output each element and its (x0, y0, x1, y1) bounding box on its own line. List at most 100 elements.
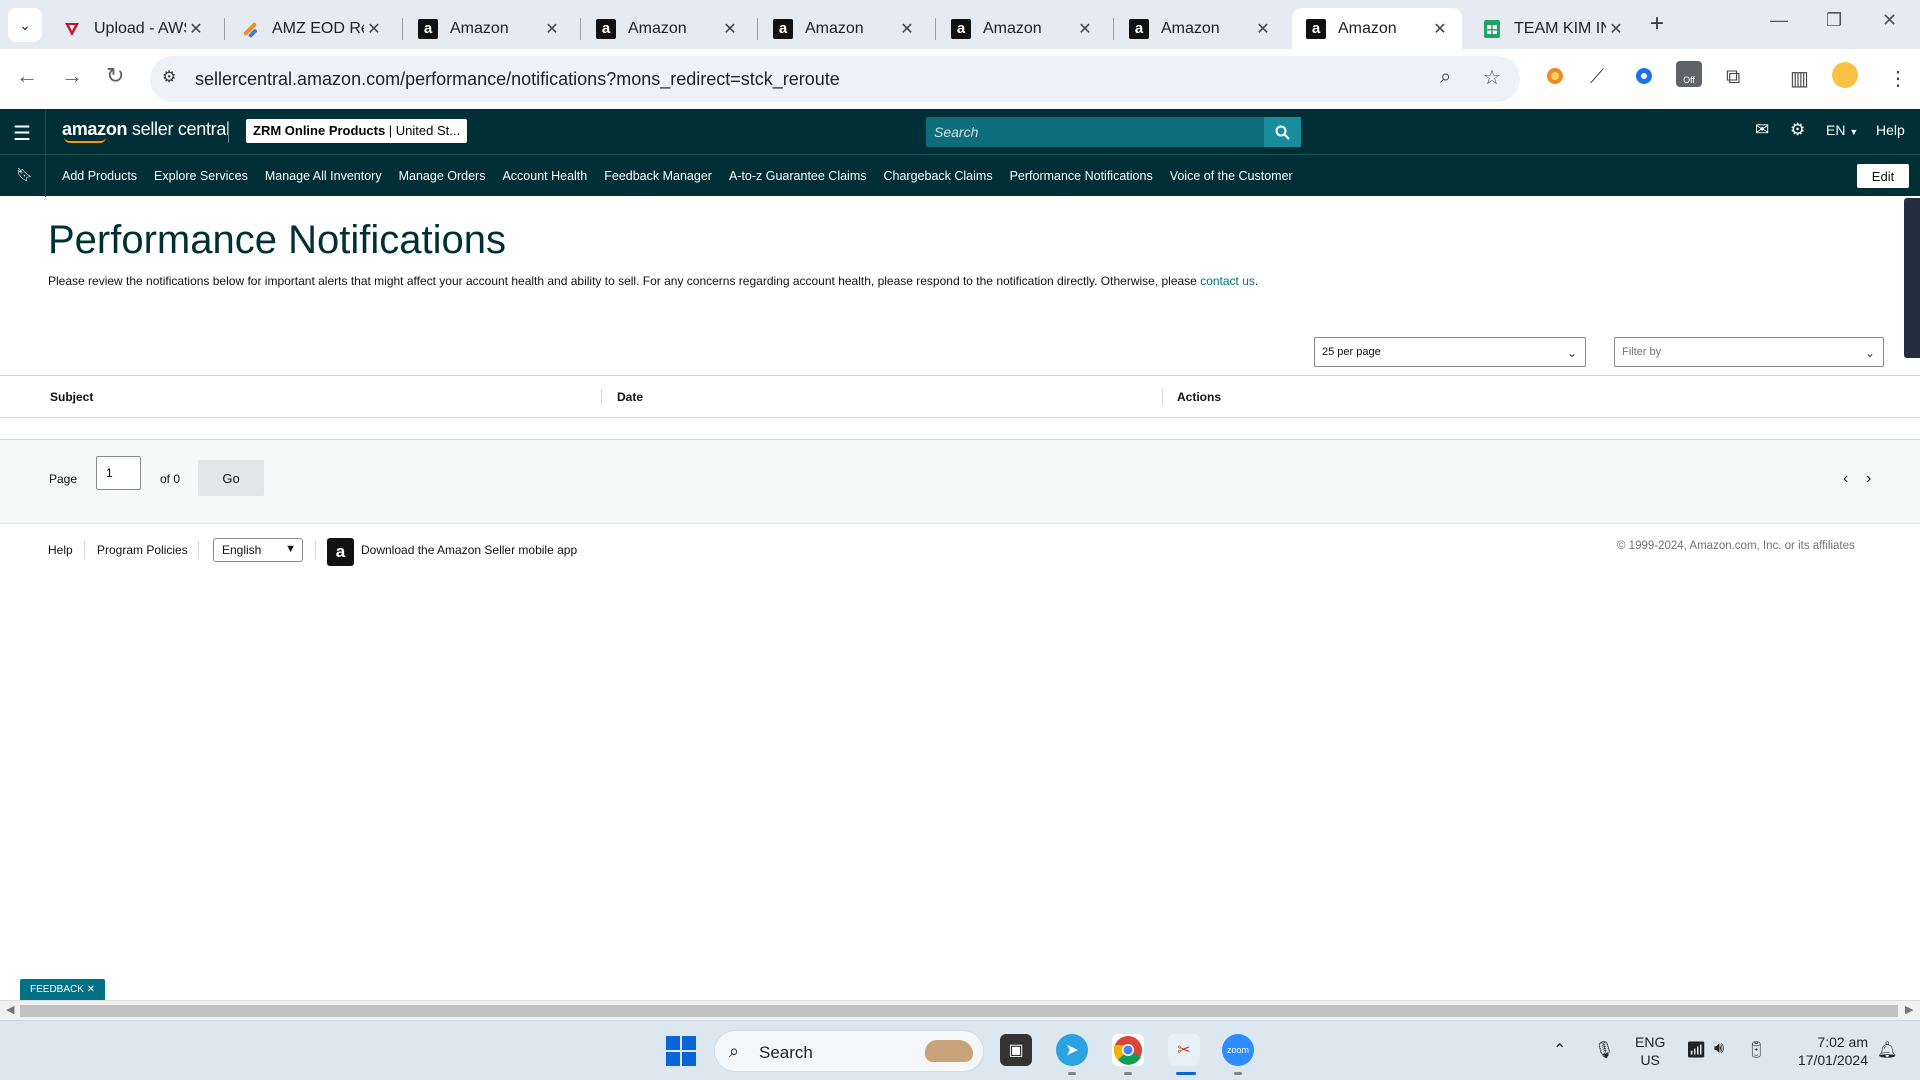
download-app-link[interactable]: Download the Amazon Seller mobile app (361, 543, 577, 557)
address-bar[interactable]: ⚙ sellercentral.amazon.com/performance/n… (150, 56, 1520, 102)
volume-icon[interactable]: 🔊︎ (1714, 1040, 1724, 1058)
column-header-subject[interactable]: Subject (50, 390, 93, 404)
task-view-icon[interactable]: ▣ (1000, 1034, 1032, 1066)
nav-link-account-health[interactable]: Account Health (502, 169, 587, 183)
back-arrow-icon[interactable]: ← (16, 63, 38, 89)
nav-link-manage-inventory[interactable]: Manage All Inventory (265, 169, 382, 183)
nav-link-a-to-z-claims[interactable]: A-to-z Guarantee Claims (729, 169, 867, 183)
close-tab-icon[interactable]: ✕ (1606, 19, 1626, 39)
browser-tab[interactable]: a Amazon ✕ (1115, 8, 1285, 49)
page-number-input[interactable] (96, 456, 141, 490)
browser-tab[interactable]: a Amazon ✕ (759, 8, 929, 49)
next-page-chevron-icon[interactable]: › (1866, 470, 1871, 488)
notification-bell-icon[interactable]: 🔔︎ (1877, 1040, 1897, 1060)
tray-overflow-chevron-icon[interactable]: ⌃ (1553, 1040, 1566, 1060)
forward-arrow-icon[interactable]: → (61, 63, 83, 89)
nav-link-voice-of-customer[interactable]: Voice of the Customer (1170, 169, 1293, 183)
close-tab-icon[interactable]: ✕ (186, 19, 206, 39)
close-tab-icon[interactable]: ✕ (542, 19, 562, 39)
microphone-icon[interactable]: 🎙︎ (1594, 1040, 1614, 1060)
browser-tab[interactable]: a Amazon ✕ (404, 8, 574, 49)
browser-tab[interactable]: TEAM KIM IN ✕ (1468, 8, 1638, 49)
intro-period: . (1254, 274, 1259, 288)
language-selector[interactable]: EN ▼ (1826, 122, 1858, 138)
previous-page-chevron-icon[interactable]: ‹ (1843, 470, 1848, 488)
side-widget-tab[interactable] (1904, 198, 1920, 358)
browser-tab[interactable]: a Amazon ✕ (582, 8, 752, 49)
program-policies-link[interactable]: Program Policies (97, 543, 188, 557)
header-search-input[interactable] (926, 117, 1266, 147)
minimize-icon[interactable]: — (1770, 10, 1788, 31)
close-tab-icon[interactable]: ✕ (364, 19, 384, 39)
nav-link-explore-services[interactable]: Explore Services (154, 169, 248, 183)
taskbar-search[interactable]: ⌕ Search (714, 1030, 984, 1072)
nav-link-chargeback-claims[interactable]: Chargeback Claims (884, 169, 993, 183)
running-indicator (1234, 1072, 1242, 1075)
intro-body: Please review the notifications below fo… (48, 274, 1197, 288)
close-tab-icon[interactable]: ✕ (720, 19, 740, 39)
footer-divider (84, 541, 85, 559)
footer-language-select[interactable]: English ▼ (213, 538, 303, 562)
nav-link-feedback-manager[interactable]: Feedback Manager (604, 169, 712, 183)
browser-tab[interactable]: Upload - AWS ✕ (48, 8, 218, 49)
extension-blue-icon[interactable] (1634, 66, 1654, 92)
bookmark-icon[interactable]: 🔖︎ (16, 167, 33, 183)
filter-select[interactable]: Filter by ⌄ (1614, 337, 1884, 367)
seller-central-logo[interactable]: amazon seller central (62, 119, 230, 143)
input-language[interactable]: ENG US (1635, 1033, 1665, 1069)
feedback-button[interactable]: FEEDBACK ✕ (20, 979, 106, 1001)
snipping-tool-icon[interactable]: ✂ (1168, 1034, 1200, 1066)
new-tab-plus-icon[interactable]: + (1650, 10, 1664, 38)
windows-start-icon[interactable] (666, 1036, 696, 1066)
browser-menu-icon[interactable]: ⋮ (1888, 66, 1908, 91)
help-link[interactable]: Help (1876, 122, 1905, 138)
scroll-right-arrow-icon[interactable]: ▶ (1905, 1003, 1913, 1016)
close-icon[interactable]: ✕ (87, 984, 95, 995)
nav-link-performance-notifications[interactable]: Performance Notifications (1010, 169, 1153, 183)
wifi-icon[interactable]: 📶︎ (1686, 1040, 1706, 1060)
gear-icon[interactable]: ⚙ (1790, 120, 1805, 140)
close-tab-icon[interactable]: ✕ (897, 19, 917, 39)
search-icon[interactable] (1264, 117, 1301, 147)
telegram-icon[interactable]: ➤ (1056, 1034, 1088, 1066)
scrollbar-thumb[interactable] (20, 1005, 1898, 1017)
account-switcher[interactable]: ZRM Online Products | United St... (246, 119, 468, 143)
extension-off-badge-icon[interactable]: Off (1676, 61, 1702, 87)
nav-link-manage-orders[interactable]: Manage Orders (399, 169, 486, 183)
page-count-label: of 0 (160, 472, 181, 486)
battery-icon[interactable]: 🔋︎ (1746, 1040, 1766, 1060)
extensions-puzzle-icon[interactable]: ⧉ (1726, 66, 1740, 89)
hamburger-menu-icon[interactable]: ☰ (13, 121, 31, 146)
browser-tab-active[interactable]: a Amazon ✕ (1292, 8, 1462, 49)
tab-search-chevron-icon[interactable]: ⌄ (8, 8, 42, 42)
close-window-icon[interactable]: ✕ (1882, 10, 1897, 31)
bookmark-star-icon[interactable]: ☆ (1483, 65, 1501, 90)
nav-link-add-products[interactable]: Add Products (62, 169, 137, 183)
close-tab-icon[interactable]: ✕ (1253, 19, 1273, 39)
restore-icon[interactable]: ❐ (1826, 10, 1842, 31)
column-header-date[interactable]: Date (617, 390, 643, 404)
clock[interactable]: 7:02 am 17/01/2024 (1784, 1033, 1868, 1069)
zoom-icon[interactable]: ⌕ (1440, 66, 1451, 89)
extension-cursor-icon[interactable]: ⟋ (1590, 66, 1604, 89)
extension-orange-icon[interactable] (1545, 66, 1565, 92)
browser-tab[interactable]: a Amazon ✕ (937, 8, 1107, 49)
chrome-icon[interactable] (1112, 1034, 1144, 1066)
edit-nav-button[interactable]: Edit (1857, 164, 1909, 188)
browser-tab[interactable]: AMZ EOD Re ✕ (226, 8, 396, 49)
site-settings-icon[interactable]: ⚙ (162, 67, 176, 87)
mail-icon[interactable]: ✉ (1755, 120, 1769, 140)
close-tab-icon[interactable]: ✕ (1430, 19, 1450, 39)
reload-icon[interactable]: ↻ (106, 63, 124, 89)
scroll-left-arrow-icon[interactable]: ◀ (6, 1003, 14, 1016)
close-tab-icon[interactable]: ✕ (1075, 19, 1095, 39)
url-text[interactable]: sellercentral.amazon.com/performance/not… (195, 69, 840, 90)
profile-avatar[interactable] (1832, 62, 1858, 88)
zoom-app-icon[interactable]: zoom (1222, 1034, 1254, 1066)
contact-us-link[interactable]: contact us (1200, 274, 1255, 288)
horizontal-scrollbar[interactable]: ◀ ▶ (0, 1000, 1920, 1020)
footer-help-link[interactable]: Help (48, 543, 73, 557)
go-button[interactable]: Go (198, 460, 264, 496)
per-page-select[interactable]: 25 per page ⌄ (1314, 337, 1586, 367)
side-panel-icon[interactable]: ▥ (1790, 66, 1809, 91)
